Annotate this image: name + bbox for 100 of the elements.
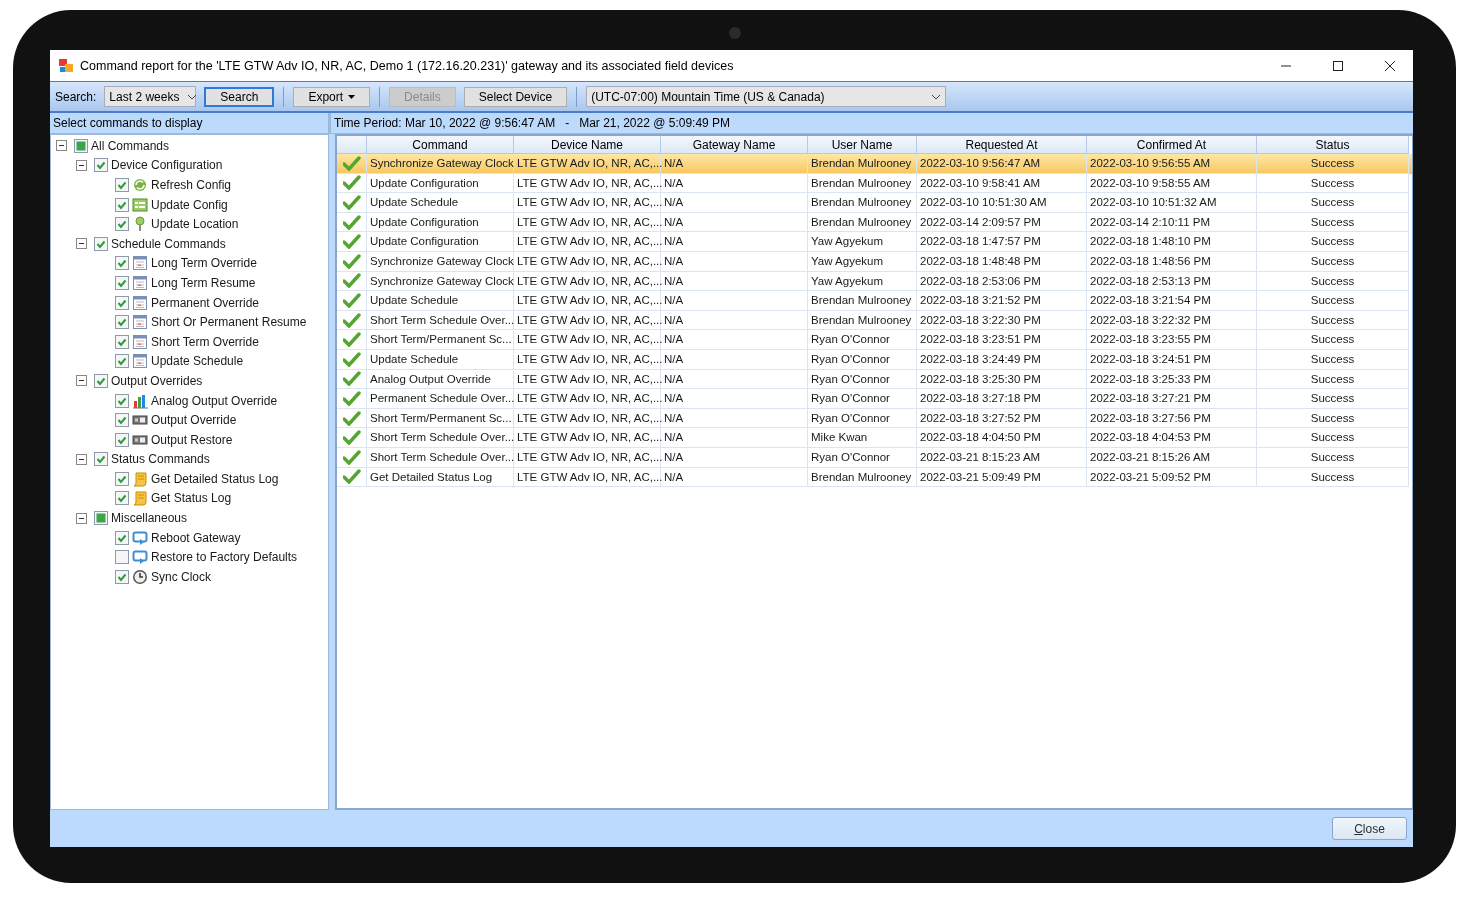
table-cell: 2022-03-18 3:21:54 PM [1087, 291, 1257, 311]
table-cell: N/A [661, 251, 808, 272]
column-header[interactable]: User Name [808, 136, 917, 154]
collapse-icon[interactable] [76, 159, 87, 171]
column-header[interactable]: Status [1257, 136, 1409, 154]
tree-item[interactable]: Analog Output Override [151, 393, 278, 408]
tree-item[interactable]: Output Restore [151, 432, 233, 447]
checkbox[interactable] [94, 373, 108, 388]
checkbox[interactable] [115, 197, 129, 212]
table-row[interactable]: Permanent Schedule Over... LTE GTW Adv IO, NR, AC,...N/A Ryan O'Connor 2022-03-18 3:27:18 PM 2022-03-18 3:27:21 PM Success [337, 389, 1412, 409]
column-header[interactable]: Command [367, 136, 514, 154]
window-title: Command report for the 'LTE GTW Adv IO, NR, AC, Demo 1 (172.16.20.231)' gateway and its associated field devices [80, 58, 735, 73]
tree-item[interactable]: Output Override [151, 413, 237, 428]
tree-item[interactable]: Sync Clock [151, 569, 212, 584]
column-header[interactable]: Gateway Name [661, 136, 808, 154]
table-row[interactable]: Get Detailed Status Log LTE GTW Adv IO, NR, AC,...N/A Brendan Mulrooney 2022-03-21 5:09:49 PM 2022-03-21 5:09:52 PM Success [337, 467, 1412, 488]
tree-item[interactable]: Long Term Resume [151, 275, 256, 290]
table-row[interactable]: Short Term Schedule Over... LTE GTW Adv IO, NR, AC,...N/A Ryan O'Connor 2022-03-21 8:15:23 AM 2022-03-21 8:15:26 AM Success [337, 447, 1412, 468]
checkbox[interactable] [115, 217, 129, 232]
table-row[interactable]: Update Schedule LTE GTW Adv IO, NR, AC,...N/A Ryan O'Connor 2022-03-18 3:24:49 PM 2022-03-18 3:24:51 PM Success [337, 349, 1412, 370]
close-button[interactable]: Close [1332, 817, 1407, 840]
table-cell: 2022-03-18 3:22:32 PM [1087, 310, 1257, 331]
tree-item[interactable]: Update Schedule [151, 354, 244, 369]
table-cell: LTE GTW Adv IO, NR, AC,... [514, 212, 661, 233]
table-row[interactable]: Update Configuration LTE GTW Adv IO, NR, AC,...N/A Brendan Mulrooney 2022-03-14 2:09:57 PM 2022-03-14 2:10:11 PM Success [337, 212, 1412, 233]
tree-item[interactable]: Output Overrides [111, 373, 203, 388]
checkbox[interactable] [94, 158, 108, 173]
table-cell: LTE GTW Adv IO, NR, AC,... [514, 389, 661, 409]
tree-item[interactable]: Miscellaneous [111, 511, 188, 526]
tree-item[interactable]: All Commands [91, 138, 170, 153]
checkbox[interactable] [115, 295, 129, 310]
dropdown[interactable]: Last 2 weeks [104, 86, 197, 107]
collapse-icon[interactable] [76, 238, 87, 250]
checkbox[interactable] [115, 530, 129, 545]
collapse-icon[interactable] [76, 453, 87, 465]
checkbox[interactable] [115, 275, 129, 290]
collapse-icon[interactable] [76, 375, 87, 387]
tree-item[interactable]: Get Status Log [151, 491, 232, 506]
tree-item[interactable]: Get Detailed Status Log [151, 471, 279, 486]
table-cell: LTE GTW Adv IO, NR, AC,... [514, 154, 661, 174]
checkbox[interactable] [115, 334, 129, 349]
checkbox[interactable] [94, 511, 108, 526]
tree-item[interactable]: Restore to Factory Defaults [151, 550, 298, 565]
menu-button[interactable]: Export [293, 86, 371, 107]
checkbox[interactable] [74, 138, 88, 153]
table-row[interactable]: Synchronize Gateway Clock LTE GTW Adv IO, NR, AC,...N/A Yaw Agyekum 2022-03-18 1:48:48 PM 2022-03-18 1:48:56 PM Success [337, 251, 1412, 272]
table-cell: Success [1257, 467, 1409, 488]
checkbox[interactable] [115, 354, 129, 369]
table-cell: LTE GTW Adv IO, NR, AC,... [514, 330, 661, 350]
checkbox[interactable] [115, 413, 129, 428]
table-cell: Short Term/Permanent Sc... [367, 408, 514, 429]
checkbox[interactable] [115, 491, 129, 506]
column-header[interactable]: Device Name [514, 136, 661, 154]
tree-item[interactable]: Permanent Override [151, 295, 260, 310]
collapse-icon[interactable] [76, 512, 87, 524]
checkbox[interactable] [115, 550, 129, 565]
checkbox[interactable] [115, 256, 129, 271]
table-row[interactable]: Short Term Schedule Over... LTE GTW Adv IO, NR, AC,...N/A Mike Kwan 2022-03-18 4:04:50 PM 2022-03-18 4:04:53 PM Success [337, 428, 1412, 448]
table-cell: Update Schedule [367, 291, 514, 311]
table-row[interactable]: Short Term Schedule Over... LTE GTW Adv IO, NR, AC,...N/A Brendan Mulrooney 2022-03-18 3:22:30 PM 2022-03-18 3:22:32 PM Success [337, 310, 1412, 331]
table-cell: Update Schedule [367, 193, 514, 213]
table-row[interactable]: Short Term/Permanent Sc... LTE GTW Adv IO, NR, AC,...N/A Ryan O'Connor 2022-03-18 3:27:52 PM 2022-03-18 3:27:56 PM Success [337, 408, 1412, 429]
checkbox[interactable] [115, 178, 129, 192]
table-cell: 2022-03-18 1:48:10 PM [1087, 232, 1257, 252]
tree-item[interactable]: Short Or Permanent Resume [151, 315, 307, 330]
checkbox[interactable] [94, 452, 108, 467]
dropdown[interactable]: (UTC-07:00) Mountain Time (US & Canada) [586, 86, 947, 107]
tree-item[interactable]: Status Commands [111, 452, 210, 467]
checkbox[interactable] [115, 569, 129, 584]
toolbar-button[interactable]: Search [204, 86, 275, 107]
tree-item[interactable]: Refresh Config [151, 178, 232, 192]
table-row[interactable]: Update Configuration LTE GTW Adv IO, NR, AC,...N/A Brendan Mulrooney 2022-03-10 9:58:41 AM 2022-03-10 9:58:55 AM Success [337, 173, 1412, 194]
camera-dot [729, 27, 741, 39]
column-header[interactable]: Requested At [917, 136, 1087, 154]
toolbar-button[interactable]: Select Device [463, 86, 568, 107]
table-row[interactable]: Synchronize Gateway Clock LTE GTW Adv IO, NR, AC,...N/A Yaw Agyekum 2022-03-18 2:53:06 PM 2022-03-18 2:53:13 PM Success [337, 271, 1412, 292]
table-row[interactable]: Analog Output Override LTE GTW Adv IO, NR, AC,...N/A Ryan O'Connor 2022-03-18 3:25:30 PM 2022-03-18 3:25:33 PM Success [337, 369, 1412, 390]
tree-item[interactable]: Schedule Commands [111, 236, 226, 251]
tree-item[interactable]: Update Location [151, 217, 239, 232]
table-row[interactable]: Update Schedule LTE GTW Adv IO, NR, AC,...N/A Brendan Mulrooney 2022-03-10 10:51:30 AM 2022-03-10 10:51:32 AM Success [337, 193, 1412, 213]
tree-item[interactable]: Reboot Gateway [151, 530, 241, 545]
column-header[interactable]: Confirmed At [1087, 136, 1257, 154]
checkbox[interactable] [115, 432, 129, 447]
checkbox[interactable] [115, 315, 129, 330]
table-cell: N/A [661, 408, 808, 429]
tree-item[interactable]: Long Term Override [151, 256, 257, 271]
tree-item[interactable]: Update Config [151, 197, 228, 212]
table-row[interactable]: Update Configuration LTE GTW Adv IO, NR, AC,...N/A Yaw Agyekum 2022-03-18 1:47:57 PM 2022-03-18 1:48:10 PM Success [337, 232, 1412, 252]
checkbox[interactable] [115, 471, 129, 486]
collapse-icon[interactable] [56, 140, 67, 152]
checkbox[interactable] [115, 393, 129, 408]
tree-item[interactable]: Short Term Override [151, 334, 259, 349]
table-row[interactable]: Short Term/Permanent Sc... LTE GTW Adv IO, NR, AC,...N/A Ryan O'Connor 2022-03-18 3:23:51 PM 2022-03-18 3:23:55 PM Success [337, 330, 1412, 350]
table-cell: 2022-03-18 3:25:30 PM [917, 369, 1087, 390]
table-cell: Brendan Mulrooney [808, 154, 917, 174]
checkbox[interactable] [94, 236, 108, 251]
table-cell: 2022-03-10 9:58:55 AM [1087, 173, 1257, 194]
tree-item[interactable]: Device Configuration [111, 158, 223, 173]
table-row[interactable]: Synchronize Gateway Clock LTE GTW Adv IO, NR, AC,...N/A Brendan Mulrooney 2022-03-10 9:56:47 AM 2022-03-10 9:56:55 AM Success [337, 154, 1412, 174]
table-row[interactable]: Update Schedule LTE GTW Adv IO, NR, AC,...N/A Brendan Mulrooney 2022-03-18 3:21:52 PM 2022-03-18 3:21:54 PM Success [337, 291, 1412, 311]
